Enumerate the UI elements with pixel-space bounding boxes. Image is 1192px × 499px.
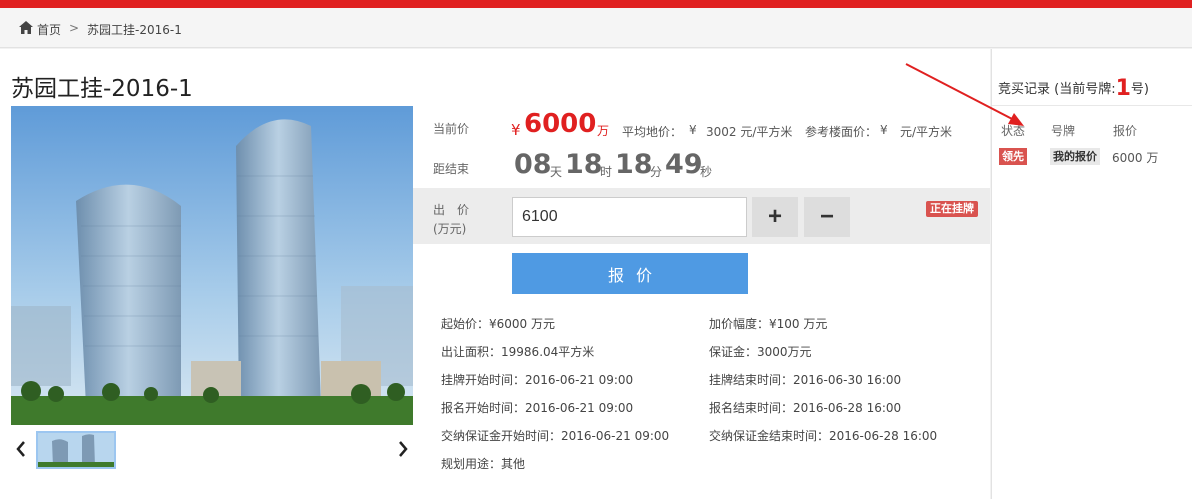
detail-listing-end: 挂牌结束时间：2016-06-30 16:00 xyxy=(709,373,902,387)
breadcrumb: 首页 > 苏园工挂-2016-1 xyxy=(0,8,1192,48)
avg-land-price-currency: ¥ xyxy=(689,123,697,137)
price-currency: ¥ xyxy=(511,121,521,139)
countdown-seconds: 49 xyxy=(665,149,703,180)
countdown-hours-unit: 时 xyxy=(600,165,613,179)
breadcrumb-home-link[interactable]: 首页 xyxy=(37,21,61,38)
detail-start-price: 起始价：¥6000 万元 xyxy=(441,317,556,331)
page-title: 苏园工挂-2016-1 xyxy=(11,76,193,102)
thumbnail-image[interactable] xyxy=(36,431,116,469)
detail-increment: 加价幅度：¥100 万元 xyxy=(709,317,828,331)
decrease-bid-button[interactable]: − xyxy=(804,197,850,237)
countdown-minutes: 18 xyxy=(615,149,653,180)
chevron-left-icon[interactable] xyxy=(14,440,28,458)
avg-land-price: 3002 元/平方米 xyxy=(706,125,793,139)
submit-bid-button[interactable]: 报价 xyxy=(512,253,748,294)
record-price: 6000 万 xyxy=(1112,151,1159,165)
listing-status-badge: 正在挂牌 xyxy=(926,201,978,217)
detail-deposit-start: 交纳保证金开始时间：2016-06-21 09:00 xyxy=(441,429,670,443)
bid-label: 出 价 xyxy=(433,203,470,217)
detail-planned-use: 规划用途：其他 xyxy=(441,457,526,471)
detail-area: 出让面积：19986.04平方米 xyxy=(441,345,595,359)
building-photo xyxy=(11,106,413,425)
breadcrumb-separator: > xyxy=(69,21,80,35)
detail-deposit: 保证金：3000万元 xyxy=(709,345,812,359)
chevron-right-icon[interactable] xyxy=(396,440,410,458)
home-icon[interactable] xyxy=(19,21,33,34)
increase-bid-button[interactable]: + xyxy=(752,197,798,237)
detail-registration-start: 报名开始时间：2016-06-21 09:00 xyxy=(441,401,634,415)
detail-deposit-end: 交纳保证金结束时间：2016-06-28 16:00 xyxy=(709,429,938,443)
countdown-days: 08 xyxy=(514,149,552,180)
my-bid-badge: 我的报价 xyxy=(1050,148,1100,165)
column-price: 报价 xyxy=(1113,124,1138,138)
current-price-label: 当前价 xyxy=(433,122,470,136)
top-accent-bar xyxy=(0,0,1192,8)
floor-price-currency: ¥ xyxy=(880,123,888,137)
floor-price-label: 参考楼面价： xyxy=(805,125,878,139)
detail-registration-end: 报名结束时间：2016-06-28 16:00 xyxy=(709,401,902,415)
column-plate: 号牌 xyxy=(1051,124,1076,138)
countdown-seconds-unit: 秒 xyxy=(700,165,713,179)
leading-badge: 领先 xyxy=(999,148,1027,165)
countdown-hours: 18 xyxy=(565,149,603,180)
detail-listing-start: 挂牌开始时间：2016-06-21 09:00 xyxy=(441,373,634,387)
countdown-days-unit: 天 xyxy=(550,165,563,179)
avg-land-price-label: 平均地价： xyxy=(622,125,683,139)
bid-amount-input[interactable] xyxy=(512,197,747,237)
current-plate-number: 1 xyxy=(1115,76,1131,101)
main-panel: 苏园工挂-2016-1 当前价 ¥ 6000 万 平均地价： ¥ 3002 元/… xyxy=(0,49,990,499)
breadcrumb-current: 苏园工挂-2016-1 xyxy=(87,23,182,37)
bid-unit-label: (万元) xyxy=(433,222,467,236)
price-unit: 万 xyxy=(597,124,610,138)
countdown-label: 距结束 xyxy=(433,162,470,176)
countdown-minutes-unit: 分 xyxy=(650,165,663,179)
annotation-arrow xyxy=(905,63,1024,126)
current-price: 6000 xyxy=(524,109,597,139)
